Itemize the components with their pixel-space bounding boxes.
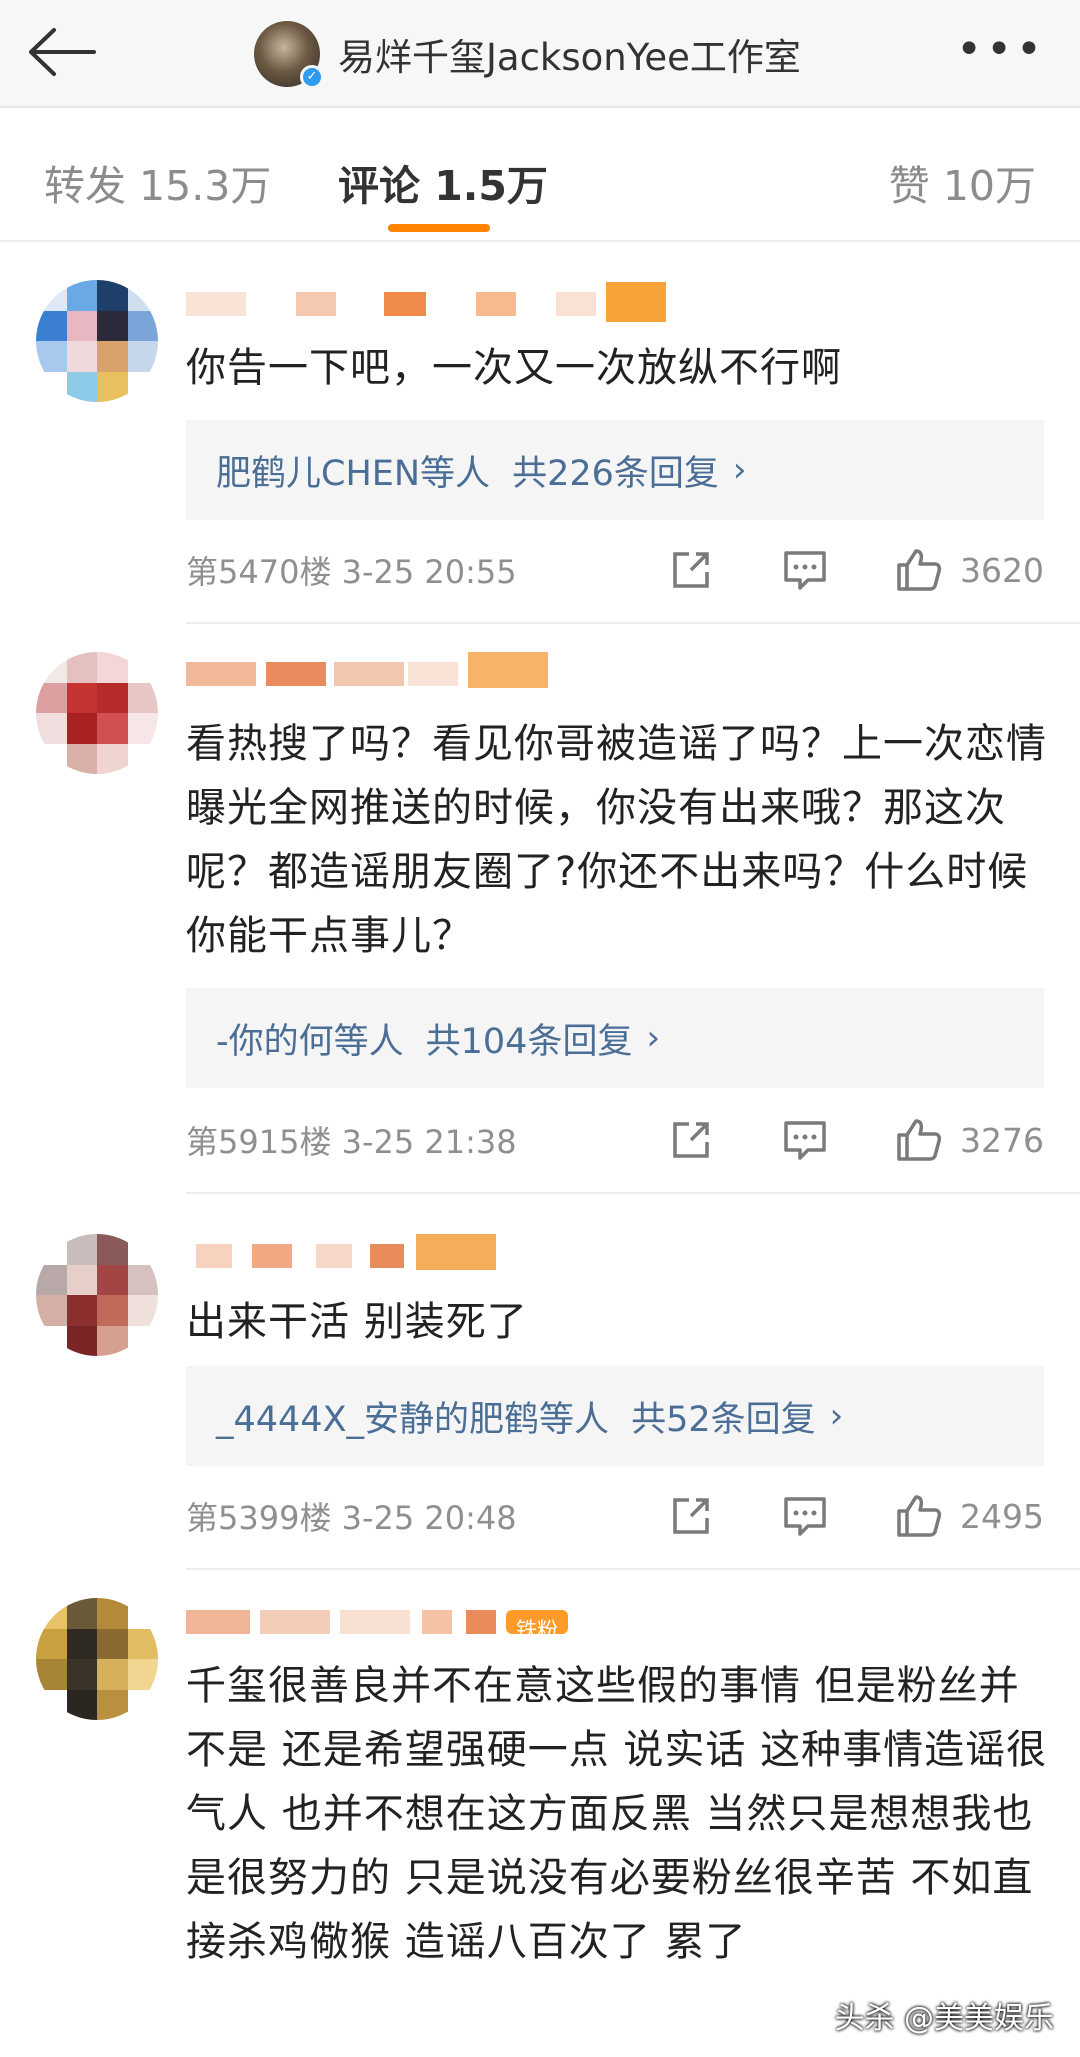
replies-link[interactable]: -你的何等人 共104条回复 › xyxy=(186,988,1044,1088)
commenter-avatar[interactable] xyxy=(36,280,158,402)
chevron-right-icon: › xyxy=(732,450,747,490)
commenter-avatar[interactable] xyxy=(36,1598,158,1720)
tab-likes[interactable]: 赞 10万 xyxy=(889,152,1036,212)
watermark: 头杀 @美美娱乐 xyxy=(834,2001,1054,2036)
commenter-name-blurred[interactable]: 铁粉 xyxy=(186,1596,666,1642)
replies-link[interactable]: 肥鹤儿CHEN等人 共226条回复 › xyxy=(186,420,1044,520)
chevron-right-icon: › xyxy=(829,1396,844,1436)
reply-icon[interactable] xyxy=(778,543,832,597)
comment-meta: 第5399楼 3-25 20:48 2495 xyxy=(186,1486,1044,1546)
chevron-right-icon: › xyxy=(646,1018,661,1058)
back-button[interactable] xyxy=(26,22,106,82)
thumbs-up-icon[interactable] xyxy=(892,1113,946,1167)
thumbs-up-icon[interactable] xyxy=(892,543,946,597)
replies-link[interactable]: _4444X_安静的肥鹤等人 共52条回复 › xyxy=(186,1366,1044,1466)
replies-users: 肥鹤儿CHEN等人 xyxy=(216,453,491,494)
back-arrow-icon xyxy=(29,28,96,76)
page-title: 易烊千玺JacksonYee工作室 xyxy=(338,36,801,79)
divider xyxy=(186,1192,1080,1194)
commenter-name-blurred[interactable] xyxy=(186,648,666,692)
account-header[interactable]: ✓ 易烊千玺JacksonYee工作室 xyxy=(254,14,801,94)
commenter-name-blurred[interactable] xyxy=(186,1230,666,1274)
top-bar: ✓ 易烊千玺JacksonYee工作室 ••• xyxy=(0,0,1080,108)
share-icon[interactable] xyxy=(664,543,718,597)
tab-reposts[interactable]: 转发 15.3万 xyxy=(44,152,271,212)
comment-meta: 第5915楼 3-25 21:38 3276 xyxy=(186,1110,1044,1170)
comment-actions: 3276 xyxy=(664,1110,1044,1170)
active-tab-indicator xyxy=(388,224,490,232)
reply-icon[interactable] xyxy=(778,1113,832,1167)
tab-bar: 转发 15.3万 评论 1.5万 赞 10万 xyxy=(0,110,1080,242)
fan-badge: 铁粉 xyxy=(506,1610,568,1642)
share-icon[interactable] xyxy=(664,1113,718,1167)
tab-comments[interactable]: 评论 1.5万 xyxy=(338,152,548,212)
thumbs-up-icon[interactable] xyxy=(892,1489,946,1543)
share-icon[interactable] xyxy=(664,1489,718,1543)
like-count: 3276 xyxy=(960,1120,1044,1160)
account-avatar[interactable]: ✓ xyxy=(254,21,324,89)
like-count: 3620 xyxy=(960,550,1044,590)
floor-time: 第5470楼 3-25 20:55 xyxy=(186,553,517,591)
comment-text: 看热搜了吗？看见你哥被造谣了吗？上一次恋情曝光全网推送的时候，你没有出来哦？那这… xyxy=(186,721,1047,959)
replies-total: 共226条回复 xyxy=(512,453,719,494)
commenter-name-blurred[interactable] xyxy=(186,278,666,322)
comment-actions: 2495 xyxy=(664,1486,1044,1546)
reply-icon[interactable] xyxy=(778,1489,832,1543)
divider xyxy=(186,622,1080,624)
comment-text: 出来干活 别装死了 xyxy=(186,1299,528,1345)
replies-total: 共52条回复 xyxy=(631,1399,816,1440)
divider xyxy=(186,1568,1080,1570)
comment-text: 你告一下吧，一次又一次放纵不行啊 xyxy=(186,345,842,391)
floor-time: 第5399楼 3-25 20:48 xyxy=(186,1499,517,1537)
replies-users: -你的何等人 xyxy=(216,1021,404,1062)
replies-total: 共104条回复 xyxy=(425,1021,633,1062)
replies-users: _4444X_安静的肥鹤等人 xyxy=(216,1399,610,1440)
like-count: 2495 xyxy=(960,1496,1044,1536)
commenter-avatar[interactable] xyxy=(36,1234,158,1356)
floor-time: 第5915楼 3-25 21:38 xyxy=(186,1123,517,1161)
comment-meta: 第5470楼 3-25 20:55 3620 xyxy=(186,540,1044,600)
comment-actions: 3620 xyxy=(664,540,1044,600)
more-icon[interactable]: ••• xyxy=(956,28,1046,72)
commenter-avatar[interactable] xyxy=(36,652,158,774)
comment-text: 千玺很善良并不在意这些假的事情 但是粉丝并不是 还是希望强硬一点 说实话 这种事… xyxy=(186,1663,1048,1965)
verified-icon: ✓ xyxy=(300,65,324,89)
